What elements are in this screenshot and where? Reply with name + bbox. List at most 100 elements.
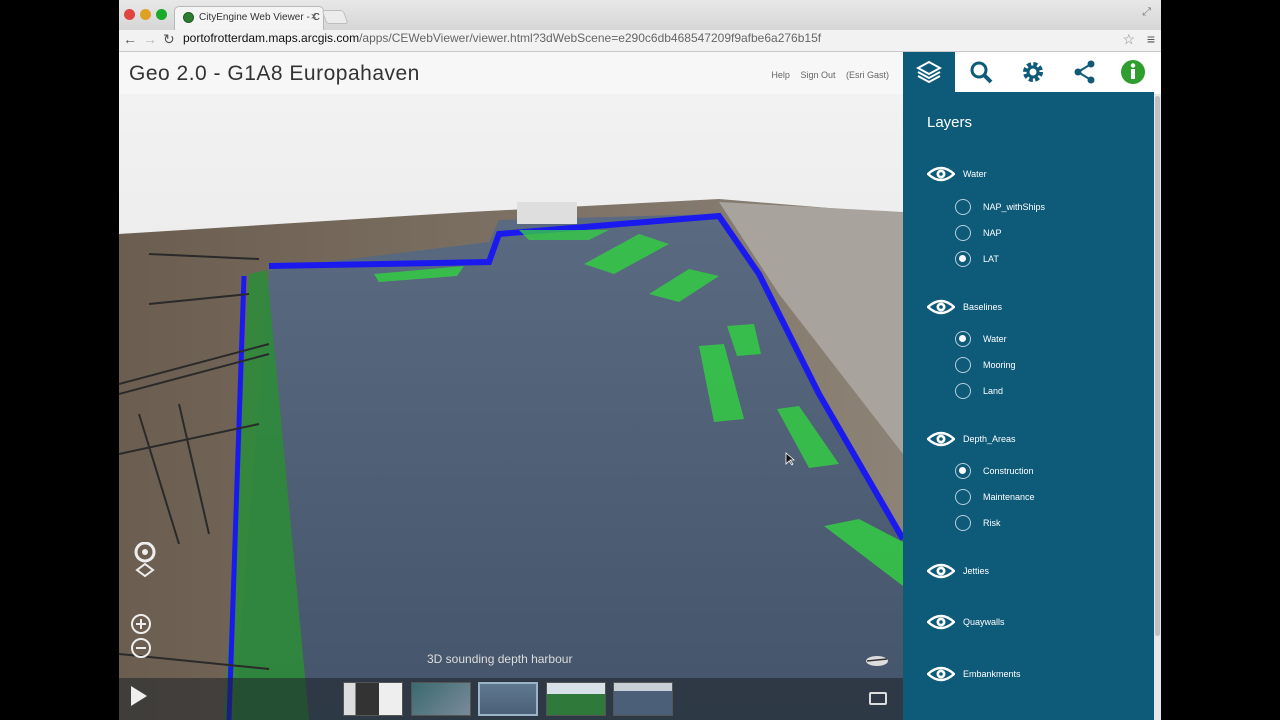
browser-toolbar: ← → ↻ portofrotterdam.maps.arcgis.com/ap… xyxy=(119,30,1161,52)
radio-label: Construction xyxy=(983,466,1034,476)
tab-info[interactable] xyxy=(1111,52,1154,92)
layer-water[interactable]: Water xyxy=(927,162,987,186)
radio-option[interactable]: Maintenance xyxy=(955,488,1035,506)
slide-caption: 3D sounding depth harbour xyxy=(427,652,573,666)
slide-thumbnail[interactable] xyxy=(613,682,673,716)
tab-search[interactable] xyxy=(955,52,1007,92)
silo-buildings xyxy=(517,202,577,224)
radio-button[interactable] xyxy=(955,199,971,215)
radio-option[interactable]: Construction xyxy=(955,462,1034,480)
browser-tab[interactable]: CityEngine Web Viewer - C × xyxy=(174,6,324,30)
radio-label: NAP xyxy=(983,228,1002,238)
back-icon[interactable]: ← xyxy=(123,31,137,47)
slide-thumbnail[interactable] xyxy=(546,682,606,716)
layer-name: Depth_Areas xyxy=(963,434,1016,444)
radio-option[interactable]: LAT xyxy=(955,250,999,268)
user-name: (Esri Gast) xyxy=(845,70,889,80)
radio-label: Maintenance xyxy=(983,492,1035,502)
radio-button-selected[interactable] xyxy=(955,463,971,479)
radio-option[interactable]: Mooring xyxy=(955,356,1016,374)
radio-label: Water xyxy=(983,334,1007,344)
info-icon xyxy=(1120,60,1145,84)
close-window-button[interactable] xyxy=(124,9,135,20)
layer-quaywalls[interactable]: Quaywalls xyxy=(927,610,1005,634)
browser-window: CityEngine Web Viewer - C × ⤢ ← → ↻ port… xyxy=(119,0,1161,720)
radio-label: LAT xyxy=(983,254,999,264)
layer-name: Embankments xyxy=(963,669,1021,679)
eye-icon[interactable] xyxy=(927,297,955,317)
eye-icon[interactable] xyxy=(927,164,955,184)
tab-settings[interactable] xyxy=(1007,52,1059,92)
slide-thumbnail[interactable] xyxy=(343,682,403,716)
slide-thumbnail-active[interactable] xyxy=(478,682,538,716)
radio-button[interactable] xyxy=(955,489,971,505)
play-icon[interactable] xyxy=(131,686,147,706)
layer-name: Quaywalls xyxy=(963,617,1005,627)
radio-option[interactable]: Risk xyxy=(955,514,1001,532)
slide-thumbnail[interactable] xyxy=(411,682,471,716)
radio-label: NAP_withShips xyxy=(983,202,1046,212)
url-domain: portofrotterdam.maps.arcgis.com xyxy=(183,31,360,45)
address-bar[interactable]: portofrotterdam.maps.arcgis.com/apps/CEW… xyxy=(183,31,821,45)
tab-title: CityEngine Web Viewer - C xyxy=(199,12,320,23)
layers-panel-title: Layers xyxy=(927,114,973,131)
radio-label: Mooring xyxy=(983,360,1016,370)
radio-option[interactable]: Land xyxy=(955,382,1003,400)
close-tab-icon[interactable]: × xyxy=(311,11,317,23)
zoom-out-icon[interactable] xyxy=(129,636,153,665)
gear-icon xyxy=(1023,62,1043,82)
radio-button-selected[interactable] xyxy=(955,331,971,347)
radio-button[interactable] xyxy=(955,383,971,399)
eye-icon[interactable] xyxy=(927,561,955,581)
radio-button[interactable] xyxy=(955,515,971,531)
eye-icon[interactable] xyxy=(927,429,955,449)
radio-button-selected[interactable] xyxy=(955,251,971,267)
layers-icon xyxy=(916,60,942,84)
fullscreen-toggle-icon[interactable]: ⤢ xyxy=(1142,6,1151,19)
eye-icon[interactable] xyxy=(927,664,955,684)
tab-share[interactable] xyxy=(1059,52,1111,92)
sidebar-scrollbar[interactable] xyxy=(1154,94,1161,720)
radio-button[interactable] xyxy=(955,357,971,373)
page-title: Geo 2.0 - G1A8 Europahaven xyxy=(129,62,420,85)
sidebar-toolbar xyxy=(903,52,1154,92)
eye-icon[interactable] xyxy=(927,612,955,632)
layer-embankments[interactable]: Embankments xyxy=(927,662,1021,686)
layers-sidebar: Layers Water NAP_withShips NAP LAT Basel… xyxy=(903,52,1154,720)
radio-label: Land xyxy=(983,386,1004,396)
layer-name: Jetties xyxy=(963,566,990,576)
help-link[interactable]: Help xyxy=(771,70,790,80)
scene-viewport[interactable]: 3D sounding depth harbour xyxy=(119,94,903,720)
scrollbar-thumb[interactable] xyxy=(1155,96,1160,636)
app-header: Geo 2.0 - G1A8 Europahaven Help Sign Out… xyxy=(119,52,903,94)
maximize-window-button[interactable] xyxy=(156,9,167,20)
layer-baselines[interactable]: Baselines xyxy=(927,295,1002,319)
sign-out-link[interactable]: Sign Out xyxy=(800,70,835,80)
radio-button[interactable] xyxy=(955,225,971,241)
fullscreen-icon[interactable] xyxy=(869,692,887,705)
new-tab-button[interactable] xyxy=(321,10,349,24)
slide-filmstrip xyxy=(119,678,903,720)
layer-name: Water xyxy=(963,169,987,179)
bookmark-star-icon[interactable]: ☆ xyxy=(1122,31,1135,48)
tab-layers[interactable] xyxy=(903,52,955,92)
harbour-3d-scene[interactable] xyxy=(119,94,903,720)
minimize-window-button[interactable] xyxy=(140,9,151,20)
layer-jetties[interactable]: Jetties xyxy=(927,559,989,583)
browser-titlebar: CityEngine Web Viewer - C × ⤢ xyxy=(119,0,1161,30)
radio-option[interactable]: Water xyxy=(955,330,1007,348)
globe-icon xyxy=(183,12,194,23)
orbit-control[interactable] xyxy=(129,541,161,593)
compass-icon[interactable] xyxy=(865,654,889,673)
radio-label: Risk xyxy=(983,518,1001,528)
header-links: Help Sign Out (Esri Gast) xyxy=(763,70,889,80)
forward-icon[interactable]: → xyxy=(143,31,157,47)
layer-name: Baselines xyxy=(963,302,1003,312)
radio-option[interactable]: NAP xyxy=(955,224,1002,242)
browser-menu-icon[interactable]: ≡ xyxy=(1147,31,1155,47)
share-icon xyxy=(1074,60,1095,84)
search-icon xyxy=(970,61,993,84)
layer-depth-areas[interactable]: Depth_Areas xyxy=(927,427,1016,451)
radio-option[interactable]: NAP_withShips xyxy=(955,198,1045,216)
reload-icon[interactable]: ↻ xyxy=(163,31,175,48)
